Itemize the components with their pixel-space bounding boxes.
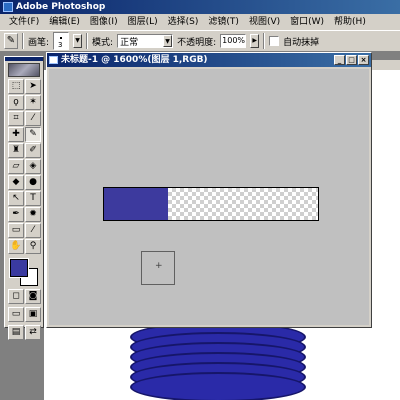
mask-mode-row: ◻ ◙ (8, 289, 43, 304)
disc-layer (130, 372, 306, 400)
photoshop-icon (3, 2, 13, 12)
eyedropper-icon[interactable]: ⁄ (25, 223, 41, 238)
opacity-input[interactable]: 100% (220, 34, 247, 48)
maximize-button[interactable]: □ (346, 55, 357, 65)
document-window: 未标题-1 @ 1600%(图层 1,RGB) _ □ × (46, 52, 372, 328)
lasso-icon[interactable]: ϙ (8, 95, 24, 110)
brush-cursor (141, 251, 175, 285)
menu-image[interactable]: 图像(I) (85, 14, 123, 30)
color-swatches (9, 258, 39, 286)
crop-icon[interactable]: ⌗ (8, 111, 24, 126)
app-titlebar: Adobe Photoshop (0, 0, 400, 14)
marquee-icon[interactable]: ⬚ (8, 79, 24, 94)
clone-stamp-icon[interactable]: ♜ (8, 143, 24, 158)
type-icon[interactable]: T (25, 191, 41, 206)
brush-label: 画笔: (28, 37, 50, 48)
blur-icon[interactable]: ◆ (8, 175, 24, 190)
mode-value: 正常 (120, 37, 139, 48)
menu-layer[interactable]: 图层(L) (123, 14, 163, 30)
menu-help[interactable]: 帮助(H) (329, 14, 371, 30)
path-select-icon[interactable]: ↖ (8, 191, 24, 206)
brush-picker-button[interactable]: ▼ (73, 34, 83, 48)
tool-grid: ⬚ ➤ ϙ ✶ ⌗ ⁄ ✚ ✎ ♜ ✐ ▱ ◈ ◆ ● ↖ T ✒ ✹ ▭ ⁄ … (8, 79, 43, 254)
mode-select[interactable]: 正常 ▼ (117, 34, 174, 48)
eraser-icon[interactable]: ▱ (8, 159, 24, 174)
mode-label: 模式: (92, 37, 114, 48)
paint-bucket-icon[interactable]: ◈ (25, 159, 41, 174)
healing-brush-icon[interactable]: ✚ (8, 127, 24, 142)
screen-mode-row: ▭ ▣ (8, 307, 43, 322)
options-bar: ✎ 画笔: 3 ▼ 模式: 正常 ▼ 不透明度: 100% ▶ 自动抹掉 (0, 30, 400, 52)
toolbox-titlebar[interactable] (5, 57, 43, 61)
document-canvas-area[interactable] (49, 69, 369, 325)
toolbox: ⬚ ➤ ϙ ✶ ⌗ ⁄ ✚ ✎ ♜ ✐ ▱ ◈ ◆ ● ↖ T ✒ ✹ ▭ ⁄ … (4, 56, 44, 340)
photoshop-logo[interactable] (8, 63, 40, 77)
pencil-icon[interactable]: ✎ (25, 127, 41, 142)
menubar: 文件(F) 编辑(E) 图像(I) 图层(L) 选择(S) 滤镜(T) 视图(V… (0, 14, 400, 30)
auto-erase-label: 自动抹掉 (283, 37, 320, 48)
app-title: Adobe Photoshop (16, 2, 106, 12)
jump-to-imageready-icon[interactable]: ⇄ (25, 325, 41, 340)
chevron-down-icon: ▼ (163, 35, 173, 47)
slice-icon[interactable]: ⁄ (25, 111, 41, 126)
foreground-color-swatch[interactable] (9, 258, 29, 278)
opacity-slider-button[interactable]: ▶ (250, 34, 260, 48)
full-screen-icon[interactable]: ▤ (8, 325, 24, 340)
transparent-region (168, 188, 318, 220)
menu-view[interactable]: 视图(V) (244, 14, 285, 30)
layer-canvas[interactable] (103, 187, 319, 221)
document-title: 未标题-1 @ 1600%(图层 1,RGB) (61, 55, 208, 65)
standard-screen-icon[interactable]: ▭ (8, 307, 24, 322)
pen-icon[interactable]: ✒ (8, 207, 24, 222)
menu-window[interactable]: 窗口(W) (285, 14, 329, 30)
separator (22, 33, 24, 49)
dodge-icon[interactable]: ● (25, 175, 41, 190)
history-brush-icon[interactable]: ✐ (25, 143, 41, 158)
painted-region (104, 188, 169, 220)
background-document-edge (370, 60, 400, 70)
close-button[interactable]: × (358, 55, 369, 65)
jump-row: ▤ ⇄ (8, 325, 43, 340)
notes-icon[interactable]: ▭ (8, 223, 24, 238)
magic-wand-icon[interactable]: ✶ (25, 95, 41, 110)
disc-stack-artwork (130, 318, 306, 400)
document-titlebar[interactable]: 未标题-1 @ 1600%(图层 1,RGB) _ □ × (47, 53, 371, 67)
pencil-icon[interactable]: ✎ (4, 33, 18, 49)
opacity-label: 不透明度: (177, 37, 217, 48)
brush-size: 3 (58, 41, 63, 49)
document-icon (49, 56, 58, 64)
zoom-icon[interactable]: ⚲ (25, 239, 41, 254)
separator (86, 33, 89, 49)
quick-mask-icon[interactable]: ◙ (25, 289, 41, 304)
auto-erase-checkbox[interactable] (269, 36, 280, 46)
full-screen-menu-icon[interactable]: ▣ (25, 307, 41, 322)
brush-preview[interactable]: 3 (53, 32, 70, 50)
menu-edit[interactable]: 编辑(E) (44, 14, 85, 30)
standard-mode-icon[interactable]: ◻ (8, 289, 24, 304)
menu-file[interactable]: 文件(F) (4, 14, 44, 30)
minimize-button[interactable]: _ (334, 55, 345, 65)
custom-shape-icon[interactable]: ✹ (25, 207, 41, 222)
move-icon[interactable]: ➤ (25, 79, 41, 94)
separator (263, 33, 266, 49)
hand-icon[interactable]: ✋ (8, 239, 24, 254)
window-controls: _ □ × (334, 55, 369, 65)
menu-select[interactable]: 选择(S) (163, 14, 204, 30)
menu-filter[interactable]: 滤镜(T) (203, 14, 244, 30)
